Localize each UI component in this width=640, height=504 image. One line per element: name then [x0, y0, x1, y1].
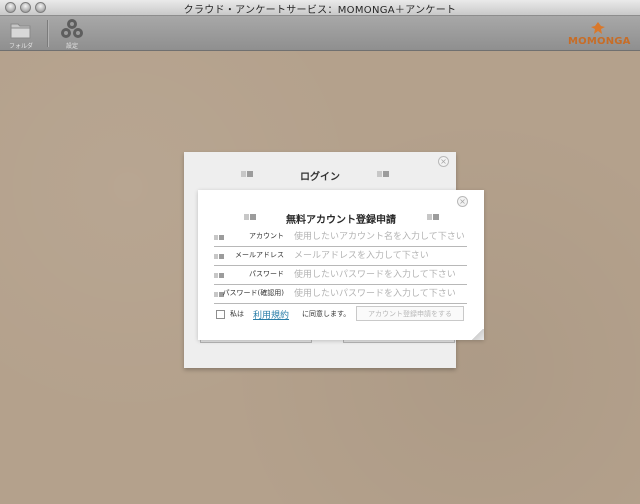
account-label: アカウント	[249, 232, 284, 240]
password-label: パスワード	[249, 270, 284, 278]
terms-checkbox[interactable]	[216, 310, 225, 319]
settings-label: 設定	[65, 43, 78, 50]
account-row: アカウント	[214, 228, 467, 247]
email-input[interactable]	[294, 248, 466, 263]
toolbar: フォルダ 設定 MOMONGA	[0, 16, 640, 51]
decoration-right	[427, 214, 439, 220]
agree-prefix: 私は	[230, 310, 244, 318]
register-card: × 無料アカウント登録申請 アカウント メールアドレス パスワード パスワード(…	[198, 190, 484, 340]
row-marker	[214, 235, 224, 240]
momonga-logo: MOMONGA	[568, 22, 631, 48]
password-confirm-label: パスワード(確認用)	[222, 289, 284, 297]
row-marker	[214, 254, 224, 259]
window-title: クラウド・アンケートサービス：MOMONGA＋アンケート	[183, 5, 457, 16]
password-confirm-row: パスワード(確認用)	[214, 285, 467, 304]
decoration-right	[377, 171, 389, 177]
password-confirm-input[interactable]	[294, 286, 466, 301]
submit-registration-button[interactable]: アカウント登録申請をする	[356, 306, 464, 321]
close-icon: ×	[440, 157, 447, 166]
email-label: メールアドレス	[235, 251, 284, 259]
logo-text: MOMONGA	[568, 36, 631, 47]
page-curl	[470, 329, 484, 340]
toolbar-separator	[47, 20, 49, 47]
register-title: 無料アカウント登録申請	[286, 215, 396, 226]
email-row: メールアドレス	[214, 247, 467, 266]
window-titlebar: クラウド・アンケートサービス：MOMONGA＋アンケート	[0, 0, 640, 16]
folder-label: フォルダ	[8, 43, 33, 50]
close-icon: ×	[459, 197, 466, 206]
account-input[interactable]	[294, 229, 466, 244]
settings-button[interactable]: 設定	[56, 18, 88, 50]
folder-icon	[10, 23, 31, 39]
terms-link[interactable]: 利用規約	[253, 308, 289, 321]
login-title: ログイン	[300, 172, 340, 183]
momonga-mascot-icon	[591, 22, 605, 34]
login-close-button[interactable]: ×	[438, 156, 449, 167]
register-close-button[interactable]: ×	[457, 196, 468, 207]
password-input[interactable]	[294, 267, 466, 282]
gears-icon	[61, 19, 83, 38]
row-marker	[214, 273, 224, 278]
agree-suffix: に同意します。	[302, 310, 351, 318]
folder-button[interactable]: フォルダ	[5, 18, 37, 50]
password-row: パスワード	[214, 266, 467, 285]
